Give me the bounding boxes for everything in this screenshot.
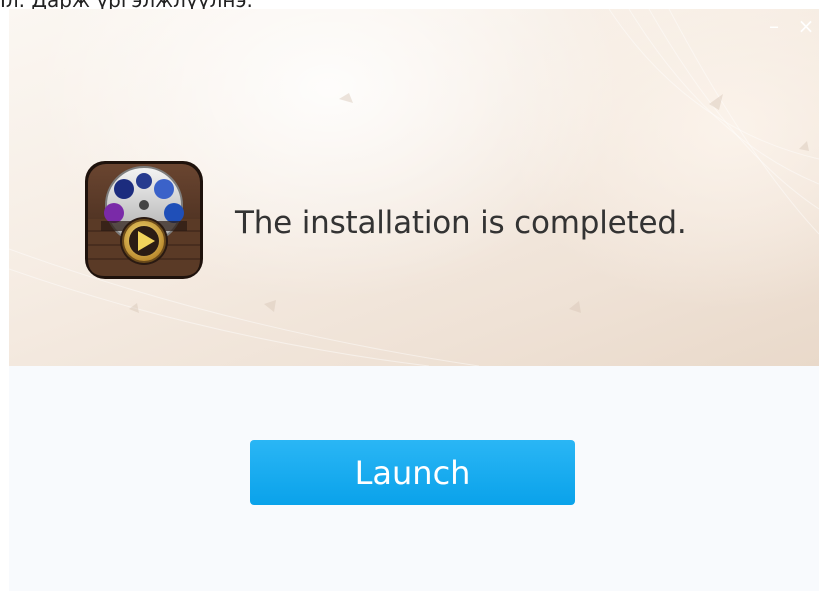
close-button[interactable]: ×	[795, 15, 817, 37]
launch-button[interactable]: Launch	[250, 440, 575, 505]
window-controls: – ×	[763, 15, 819, 37]
installation-status-text: The installation is completed.	[235, 205, 687, 241]
movie-reel-play-icon	[85, 161, 203, 279]
header-banner: – × The installation is completed.	[9, 9, 819, 366]
minimize-button[interactable]: –	[763, 15, 785, 37]
installer-window: – × The installation is completed. Launc…	[9, 9, 819, 591]
